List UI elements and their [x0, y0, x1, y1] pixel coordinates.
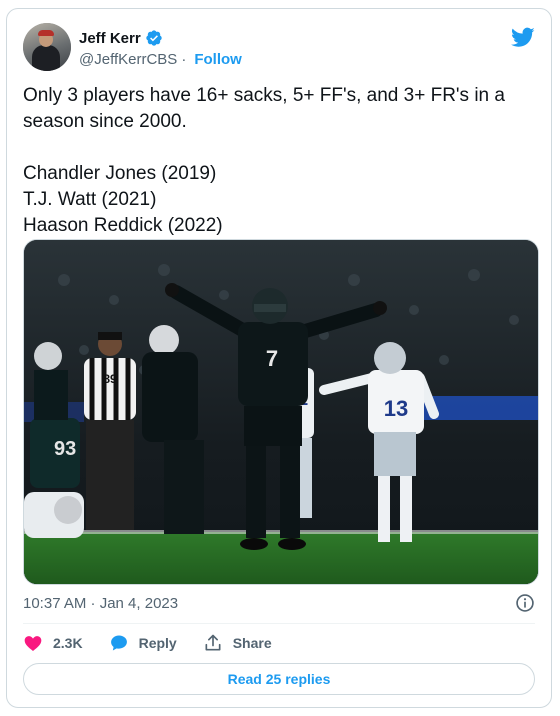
reply-label: Reply: [138, 635, 177, 651]
verified-badge-icon: [146, 30, 162, 46]
jersey-number-89: 89: [103, 372, 117, 386]
share-button[interactable]: Share: [203, 633, 272, 653]
like-count: 2.3K: [53, 635, 83, 651]
info-icon[interactable]: [515, 593, 535, 613]
divider: [23, 623, 535, 624]
handle-row: @JeffKerrCBS · Follow: [79, 51, 242, 68]
reply-bubble-icon: [110, 635, 127, 651]
separator-dot: ·: [181, 51, 187, 68]
tweet-photo[interactable]: 89 93 91: [23, 239, 539, 585]
tweet-timestamp[interactable]: 10:37 AM · Jan 4, 2023: [23, 595, 178, 612]
heart-icon: [24, 636, 42, 651]
reply-button[interactable]: Reply: [109, 633, 177, 653]
referee-figure: 89: [84, 332, 136, 530]
twitter-bird-icon[interactable]: [511, 25, 535, 49]
tweet-card: Jeff Kerr @JeffKerrCBS · Follow Only 3 p…: [6, 8, 552, 708]
action-bar: 2.3K Reply Share: [23, 631, 298, 655]
jersey-number-93: 93: [54, 438, 76, 460]
follow-link[interactable]: Follow: [194, 51, 242, 68]
tweet-header: Jeff Kerr @JeffKerrCBS · Follow: [23, 23, 535, 73]
author-name[interactable]: Jeff Kerr: [79, 30, 141, 47]
author-name-row[interactable]: Jeff Kerr: [79, 29, 163, 47]
share-icon: [205, 634, 221, 651]
jersey-number-13: 13: [384, 396, 408, 421]
share-label: Share: [232, 635, 272, 651]
avatar[interactable]: [23, 23, 71, 71]
author-handle[interactable]: @JeffKerrCBS: [79, 51, 177, 68]
tweet-text: Only 3 players have 16+ sacks, 5+ FF's, …: [23, 85, 505, 236]
like-button[interactable]: 2.3K: [23, 633, 83, 653]
jersey-number-7: 7: [266, 346, 278, 371]
read-replies-button[interactable]: Read 25 replies: [23, 663, 535, 695]
photo-illustration: 89 93 91: [24, 240, 538, 584]
